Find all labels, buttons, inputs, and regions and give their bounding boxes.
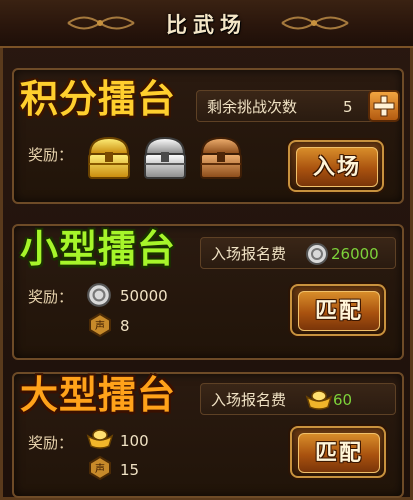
ornament-right-icon bbox=[281, 16, 349, 30]
small-match-button[interactable]: 匹配 bbox=[290, 284, 386, 336]
header-bar: 比武场 bbox=[0, 0, 413, 48]
small-entry-fee-label: 入场报名费 bbox=[211, 245, 287, 263]
large-entry-fee-box: 入场报名费 60 bbox=[200, 383, 396, 415]
small-entry-fee-value: 26000 bbox=[331, 245, 379, 263]
large-match-button[interactable]: 匹配 bbox=[290, 426, 386, 478]
silver-coin-icon bbox=[87, 283, 111, 307]
svg-text:声: 声 bbox=[95, 319, 105, 332]
fame-badge-icon: 声 bbox=[89, 313, 111, 337]
large-match-label: 匹配 bbox=[298, 433, 380, 473]
small-reward-fame: 8 bbox=[120, 317, 130, 335]
remaining-challenges-value: 5 bbox=[343, 98, 353, 116]
gold-ingot-icon bbox=[86, 429, 114, 449]
large-reward-label: 奖励： bbox=[28, 434, 74, 452]
add-challenges-button[interactable] bbox=[368, 90, 400, 122]
gold-chest-icon bbox=[88, 136, 130, 179]
plus-icon bbox=[373, 95, 395, 117]
silver-chest-icon bbox=[144, 136, 186, 179]
small-arena-title: 小型擂台 bbox=[20, 226, 177, 271]
large-arena-title: 大型擂台 bbox=[20, 372, 177, 417]
large-reward-fame: 15 bbox=[120, 461, 140, 479]
small-match-label: 匹配 bbox=[298, 291, 380, 331]
points-reward-label: 奖励： bbox=[28, 146, 74, 164]
large-entry-fee-label: 入场报名费 bbox=[211, 391, 287, 409]
remaining-challenges-box: 剩余挑战次数 5 bbox=[196, 90, 394, 122]
large-reward-gold: 100 bbox=[120, 432, 149, 450]
fame-badge-icon: 声 bbox=[89, 456, 111, 480]
large-entry-fee-value: 60 bbox=[333, 391, 353, 409]
small-reward-silver: 50000 bbox=[120, 287, 168, 305]
points-arena-title: 积分擂台 bbox=[20, 76, 177, 121]
gold-ingot-icon bbox=[305, 390, 333, 410]
enter-arena-label: 入场 bbox=[296, 147, 378, 187]
enter-arena-button[interactable]: 入场 bbox=[288, 140, 384, 192]
svg-text:声: 声 bbox=[95, 462, 105, 475]
small-reward-label: 奖励： bbox=[28, 288, 74, 306]
bronze-chest-icon bbox=[200, 136, 242, 179]
window-title: 比武场 bbox=[166, 13, 247, 37]
small-entry-fee-box: 入场报名费 26000 bbox=[200, 237, 396, 269]
remaining-challenges-label: 剩余挑战次数 bbox=[207, 98, 298, 116]
silver-coin-icon bbox=[306, 243, 328, 265]
